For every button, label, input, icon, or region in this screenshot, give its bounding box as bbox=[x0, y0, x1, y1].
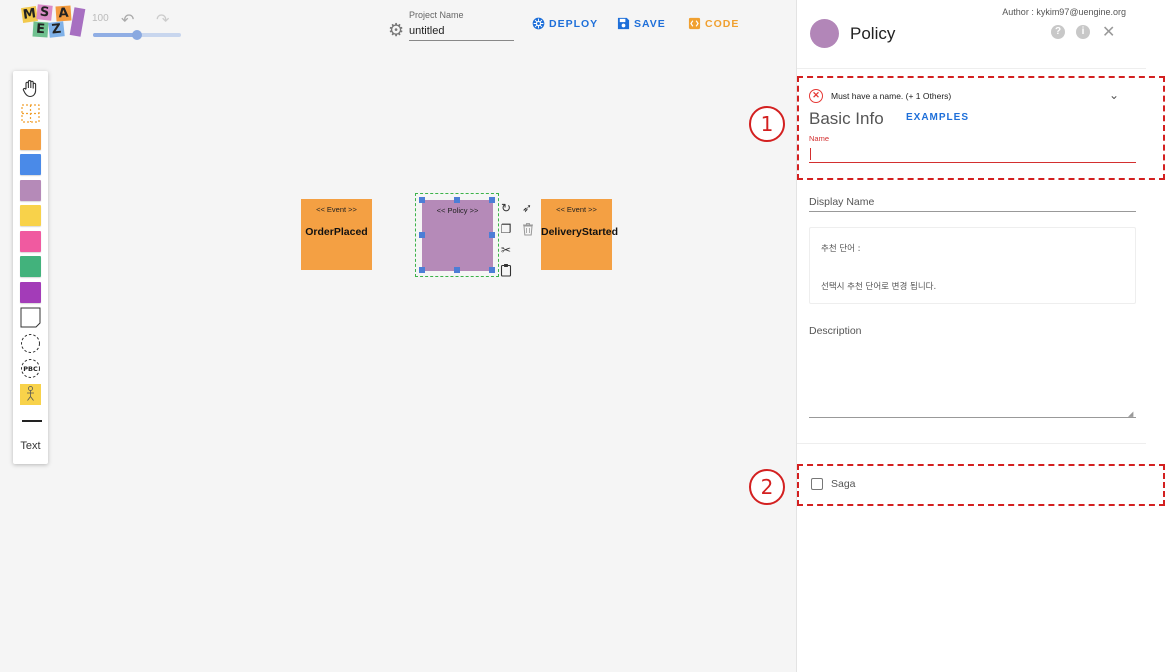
deploy-label: DEPLOY bbox=[549, 17, 599, 30]
pbc-icon[interactable]: PBC bbox=[20, 358, 41, 379]
redo-icon[interactable]: ↷ bbox=[156, 10, 169, 30]
display-name-label: Display Name bbox=[809, 196, 875, 208]
divider bbox=[797, 443, 1146, 444]
delete-icon[interactable] bbox=[521, 222, 535, 236]
resize-handle[interactable] bbox=[489, 267, 495, 273]
readmodel-sticker[interactable] bbox=[20, 256, 41, 277]
event-sticker[interactable] bbox=[20, 129, 41, 150]
text-tool[interactable]: Text bbox=[13, 440, 48, 452]
external-sticker[interactable] bbox=[20, 231, 41, 252]
help-icon[interactable]: ? bbox=[1051, 25, 1065, 39]
ui-sticker[interactable] bbox=[20, 307, 41, 328]
cut-icon[interactable]: ✂ bbox=[499, 243, 513, 257]
project-name-input[interactable] bbox=[409, 22, 514, 41]
connect-arrow-icon[interactable]: ➶ bbox=[520, 201, 534, 215]
policy-sticker[interactable] bbox=[20, 180, 41, 201]
resize-handle[interactable] bbox=[454, 267, 460, 273]
annotation-box-2 bbox=[797, 464, 1165, 506]
avatar bbox=[810, 19, 839, 48]
deploy-button[interactable]: DEPLOY bbox=[532, 17, 598, 30]
code-button[interactable]: CODE bbox=[688, 17, 739, 30]
panel-title: Policy bbox=[850, 24, 896, 43]
event-orderplaced[interactable]: << Event >> OrderPlaced bbox=[301, 199, 372, 270]
resize-handle[interactable] bbox=[419, 197, 425, 203]
resize-handle[interactable] bbox=[489, 232, 495, 238]
copy-icon[interactable]: ❐ bbox=[499, 222, 513, 236]
zoom-slider-thumb[interactable] bbox=[132, 30, 142, 40]
node-name: OrderPlaced bbox=[305, 226, 368, 238]
issue-sticker[interactable] bbox=[20, 282, 41, 303]
suggestion-title: 추천 단어 : bbox=[821, 244, 861, 254]
resize-handle[interactable] bbox=[419, 267, 425, 273]
bounded-context-icon[interactable] bbox=[20, 333, 41, 354]
node-stereotype: << Event >> bbox=[556, 205, 597, 214]
logo-letter-e: E bbox=[32, 21, 49, 38]
suggestion-box: 추천 단어 : 선택시 추천 단어로 변경 됩니다. bbox=[809, 227, 1136, 304]
save-icon bbox=[617, 17, 630, 30]
zoom-value: 100 bbox=[92, 13, 109, 24]
info-icon[interactable]: i bbox=[1076, 25, 1090, 39]
undo-icon[interactable]: ↶ bbox=[121, 10, 134, 30]
select-tool-icon[interactable] bbox=[20, 103, 41, 124]
divider bbox=[797, 68, 1146, 69]
description-input[interactable] bbox=[809, 340, 1136, 418]
zoom-slider[interactable] bbox=[93, 30, 181, 40]
aggregate-sticker[interactable] bbox=[20, 205, 41, 226]
suggestion-hint: 선택시 추천 단어로 변경 됩니다. bbox=[821, 282, 937, 292]
kubernetes-icon bbox=[532, 17, 545, 30]
resize-handle[interactable] bbox=[454, 197, 460, 203]
resize-handle[interactable] bbox=[419, 232, 425, 238]
project-name-label: Project Name bbox=[409, 10, 464, 20]
event-deliverystarted[interactable]: << Event >> DeliveryStarted bbox=[541, 199, 619, 270]
save-button[interactable]: SAVE bbox=[617, 17, 666, 30]
annotation-box-1 bbox=[797, 76, 1165, 180]
description-label: Description bbox=[809, 325, 862, 337]
msaez-logo[interactable]: M S A E Z bbox=[20, 4, 86, 39]
close-icon[interactable]: ✕ bbox=[1102, 22, 1115, 42]
actor-sticker[interactable] bbox=[20, 384, 41, 405]
node-stereotype: << Policy >> bbox=[436, 206, 479, 215]
zoom-slider-fill bbox=[93, 33, 137, 37]
logo-letter-z: Z bbox=[48, 21, 65, 38]
logo-letter-m: M bbox=[21, 6, 38, 23]
code-label: CODE bbox=[705, 17, 740, 30]
node-name: DeliveryStarted bbox=[541, 226, 619, 238]
svg-text:PBC: PBC bbox=[23, 365, 38, 373]
annotation-callout-2: 2 bbox=[749, 469, 785, 505]
save-label: SAVE bbox=[634, 17, 666, 30]
command-sticker[interactable] bbox=[20, 154, 41, 175]
annotation-callout-1: 1 bbox=[749, 106, 785, 142]
code-icon bbox=[688, 17, 701, 30]
logo-letter-s: S bbox=[36, 4, 53, 21]
line-tool[interactable] bbox=[22, 420, 42, 422]
author-text: Author : kykim97@uengine.org bbox=[1002, 7, 1126, 17]
display-name-input[interactable] bbox=[809, 211, 1136, 212]
logo-accent bbox=[69, 7, 86, 37]
sticker-palette: PBC Text bbox=[13, 71, 48, 464]
policy-node[interactable]: << Policy >> bbox=[422, 200, 493, 271]
logo-letter-a: A bbox=[55, 5, 72, 22]
paste-icon[interactable] bbox=[499, 263, 513, 277]
rotate-icon[interactable]: ↻ bbox=[499, 201, 513, 215]
resize-grip-icon[interactable]: ◢ bbox=[1128, 410, 1133, 418]
hand-tool-icon[interactable] bbox=[20, 78, 41, 99]
node-stereotype: << Event >> bbox=[316, 205, 357, 214]
gear-icon[interactable]: ⚙ bbox=[388, 21, 406, 39]
resize-handle[interactable] bbox=[489, 197, 495, 203]
